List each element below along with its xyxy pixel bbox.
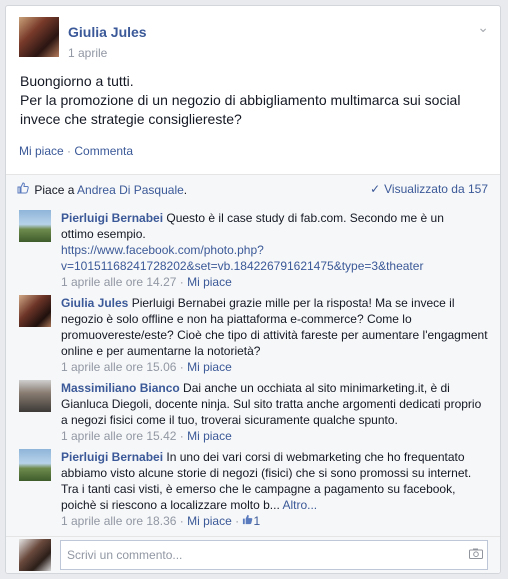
comment-author[interactable]: Pierluigi Bernabei	[61, 211, 163, 225]
comment-composer	[6, 536, 500, 573]
comment-time[interactable]: 1 aprile alle ore 14.27	[61, 275, 176, 289]
comment-body: Pierluigi Bernabei In uno dei vari corsi…	[61, 449, 491, 529]
chevron-down-icon[interactable]: ⌄	[477, 19, 489, 36]
separator: ·	[176, 429, 188, 443]
thumbs-up-icon	[17, 182, 31, 197]
thumbs-up-icon[interactable]	[242, 514, 253, 528]
separator: ·	[231, 514, 243, 528]
comment-time[interactable]: 1 aprile alle ore 15.06	[61, 360, 176, 374]
separator: ·	[63, 144, 75, 158]
comment-text: Tra i tanti casi visti, è emerso che le …	[61, 482, 456, 496]
comment-like-button[interactable]: Mi piace	[187, 360, 232, 374]
comment-text: poichè si riescono a localizzare molto b…	[61, 498, 280, 512]
comment-link[interactable]: https://www.facebook.com/photo.php?	[61, 242, 491, 258]
comment-meta: 1 aprile alle ore 15.06 · Mi piace	[61, 359, 491, 375]
comment-like-button[interactable]: Mi piace	[187, 429, 232, 443]
comment-like-button[interactable]: Mi piace	[187, 514, 232, 528]
comment-text: a negozi fisici come il tuo, troverai si…	[61, 413, 398, 427]
likes-prefix: Piace a	[34, 183, 78, 197]
post-text-line: Buongiorno a tutti.	[20, 73, 134, 89]
comment-text: Questo è il case study di fab.com. Secon…	[166, 211, 444, 225]
comment-link[interactable]: v=10151168241728202&set=vb.1842267916214…	[61, 258, 491, 274]
comment-text: negozio è solo offline e non ha piattafo…	[61, 312, 412, 326]
like-button[interactable]: Mi piace	[19, 144, 64, 158]
comment-meta: 1 aprile alle ore 14.27 · Mi piace	[61, 274, 491, 290]
check-icon: ✓	[370, 182, 381, 196]
comment-text: online e per aumentarne la notorietà?	[61, 344, 261, 358]
seen-count: Visualizzato da 157	[384, 182, 488, 196]
comment-input[interactable]	[60, 540, 488, 570]
comment-like-count[interactable]: 1	[253, 514, 260, 528]
separator: ·	[176, 275, 188, 289]
comment-author[interactable]: Pierluigi Bernabei	[61, 450, 163, 464]
post-date[interactable]: 1 aprile	[68, 46, 107, 60]
seen-by[interactable]: ✓ Visualizzato da 157	[370, 182, 488, 196]
comment-text: abbiamo visto alcune storie di negozi (f…	[61, 466, 472, 480]
commenter-avatar[interactable]	[19, 380, 51, 412]
likes-suffix: .	[183, 183, 188, 197]
comment-list: Pierluigi Bernabei Questo è il case stud…	[6, 206, 500, 536]
comment-text: promuovereste/este? Cioè che tipo di att…	[61, 328, 488, 342]
comment-body: Massimiliano Bianco Dai anche un occhiat…	[61, 380, 491, 444]
comment-text: In uno dei vari corsi di webmarketing ch…	[166, 450, 465, 464]
comment-text: Gianluca Diegoli, docente ninja. Sul sit…	[61, 397, 482, 411]
comment-meta: 1 aprile alle ore 15.42 · Mi piace	[61, 428, 491, 444]
post-text: Buongiorno a tutti. Per la promozione di…	[20, 72, 490, 129]
like-summary: Piace a Andrea Di Pasquale.	[17, 182, 187, 197]
comment-text: Dai anche un occhiata al sito minimarket…	[183, 381, 450, 395]
feedback-bar: Piace a Andrea Di Pasquale. ✓ Visualizzat…	[6, 174, 500, 207]
comment-time[interactable]: 1 aprile alle ore 18.36	[61, 514, 176, 528]
comment-text: Pierluigi Bernabei grazie mille per la r…	[131, 296, 455, 310]
commenter-avatar[interactable]	[19, 449, 51, 481]
comment-body: Pierluigi Bernabei Questo è il case stud…	[61, 210, 491, 290]
comment-text: ottimo esempio.	[61, 227, 146, 241]
comment-body: Giulia Jules Pierluigi Bernabei grazie m…	[61, 295, 491, 375]
comment-author[interactable]: Giulia Jules	[61, 296, 128, 310]
see-more-link[interactable]: Altro...	[282, 498, 317, 512]
liker-name[interactable]: Andrea Di Pasquale	[77, 183, 184, 197]
commenter-avatar[interactable]	[19, 210, 51, 242]
viewer-avatar	[19, 539, 51, 571]
camera-icon[interactable]	[469, 548, 483, 559]
comment-like-button[interactable]: Mi piace	[187, 275, 232, 289]
comment-time[interactable]: 1 aprile alle ore 15.42	[61, 429, 176, 443]
comment-meta: 1 aprile alle ore 18.36 · Mi piace · 1	[61, 513, 491, 529]
comment-author[interactable]: Massimiliano Bianco	[61, 381, 180, 395]
post-author-name[interactable]: Giulia Jules	[68, 24, 147, 40]
author-avatar[interactable]	[19, 17, 59, 57]
comment-button[interactable]: Commenta	[74, 144, 133, 158]
separator: ·	[176, 514, 188, 528]
post-text-line: invece che strategie consigliereste?	[20, 111, 242, 127]
post-card: Giulia Jules 1 aprile ⌄ Buongiorno a tut…	[5, 5, 501, 574]
post-actions: Mi piace · Commenta	[19, 144, 133, 158]
post-text-line: Per la promozione di un negozio di abbig…	[20, 92, 461, 108]
separator: ·	[176, 360, 188, 374]
commenter-avatar[interactable]	[19, 295, 51, 327]
